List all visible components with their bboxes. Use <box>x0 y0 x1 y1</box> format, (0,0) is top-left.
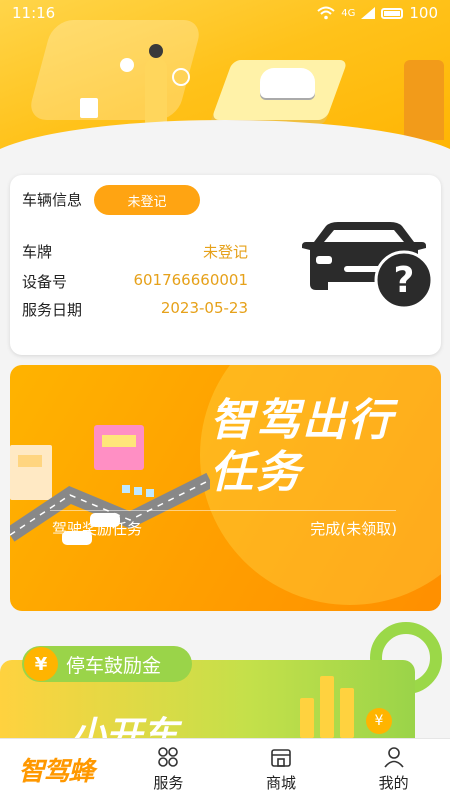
nav-item-store[interactable]: 商城 <box>225 739 338 800</box>
hero-car-illustration <box>260 68 315 98</box>
nav-item-mine[interactable]: 我的 <box>337 739 450 800</box>
service-date-value: 2023-05-23 <box>160 299 248 317</box>
plate-value: 未登记 <box>202 243 248 261</box>
nav-label-mine: 我的 <box>378 774 409 792</box>
svg-text:?: ? <box>394 260 415 301</box>
hero-cliff-illustration <box>404 60 444 140</box>
decor-bar <box>320 676 334 738</box>
task-headline-line2: 任务 <box>210 447 302 498</box>
wifi-icon <box>317 6 335 20</box>
vehicle-info-card[interactable]: 车辆信息 未登记 车牌 未登记 设备号 601766660001 服务日期 20… <box>10 175 441 355</box>
battery-icon <box>381 7 404 19</box>
bar-illustration <box>300 668 360 738</box>
network-type: 4G <box>341 7 356 19</box>
parking-pill: ¥ 停车鼓励金 <box>22 646 192 682</box>
task-label-left: 驾驶奖励任务 <box>52 520 143 538</box>
task-status[interactable]: 完成(未领取) <box>310 518 397 539</box>
registration-badge[interactable]: 未登记 <box>94 185 200 215</box>
bottom-nav: 智驾蜂 服务 商城 我的 <box>0 738 450 800</box>
grid-icon <box>158 747 179 767</box>
parking-big-text: 小开车 <box>70 715 179 738</box>
status-bar: 11:16 4G 100 <box>0 0 450 26</box>
nav-label-store: 商城 <box>266 774 297 792</box>
nav-label-service: 服务 <box>153 774 184 792</box>
car-question-icon: ? <box>302 222 434 310</box>
battery-level: 100 <box>409 4 438 22</box>
decor-bar <box>300 698 314 738</box>
yen-icon: ¥ <box>24 647 58 681</box>
service-date-row: 服务日期 2023-05-23 <box>22 299 248 320</box>
task-headline-line1: 智驾出行 <box>210 395 394 446</box>
hero-phone-illustration <box>80 98 98 118</box>
plate-row: 车牌 未登记 <box>22 241 248 262</box>
plate-label: 车牌 <box>22 243 53 261</box>
parking-incentive-card[interactable]: ¥ 停车鼓励金 小开车 ¥ <box>0 618 450 738</box>
device-row: 设备号 601766660001 <box>22 271 248 292</box>
signal-icon <box>361 7 376 19</box>
device-value: 601766660001 <box>133 271 248 289</box>
device-label: 设备号 <box>22 273 68 291</box>
hero-bubble-small <box>120 58 134 72</box>
task-headline: 智驾出行 任务 <box>210 395 440 499</box>
decor-bar <box>340 688 354 738</box>
nav-item-service[interactable]: 服务 <box>112 739 225 800</box>
parking-pill-label: 停车鼓励金 <box>66 654 162 677</box>
service-date-label: 服务日期 <box>22 301 83 319</box>
person-icon <box>384 747 404 768</box>
vehicle-info-title: 车辆信息 <box>22 191 83 209</box>
hero-bubble <box>172 68 190 86</box>
app-logo[interactable]: 智驾蜂 <box>0 739 112 800</box>
status-time: 11:16 <box>12 4 56 22</box>
hero-banner <box>0 0 450 175</box>
hero-person-illustration <box>145 44 167 126</box>
drive-task-banner[interactable]: 智驾出行 任务 驾驶奖励任务 完成(未领取) <box>10 365 441 611</box>
task-divider <box>50 510 396 511</box>
coin-icon: ¥ <box>366 708 392 734</box>
store-icon <box>271 749 291 767</box>
hero-wave <box>0 120 450 175</box>
